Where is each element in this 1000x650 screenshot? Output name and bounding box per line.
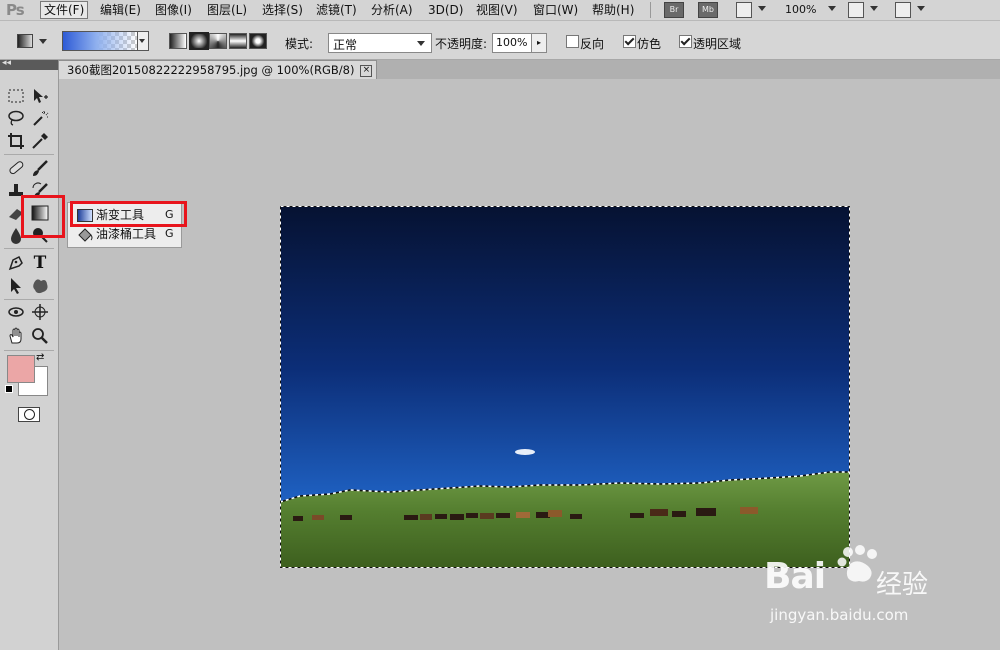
chevron-down-icon[interactable] <box>870 6 878 11</box>
reflected-gradient-button[interactable] <box>229 33 247 49</box>
hand-tool-icon[interactable] <box>6 326 26 346</box>
menu-window[interactable]: 窗口(W) <box>530 2 581 18</box>
arrange-documents-icon[interactable] <box>848 2 864 18</box>
photoshop-logo: Ps <box>6 1 25 19</box>
options-bar: 模式: 正常 不透明度: 100% ▸ 反向 仿色 透明区域 <box>0 21 1000 60</box>
menu-separator <box>650 2 651 18</box>
radial-gradient-button[interactable] <box>189 32 209 50</box>
menu-select[interactable]: 选择(S) <box>259 2 306 18</box>
toolbox-separator <box>4 248 54 249</box>
foreground-color-swatch[interactable] <box>7 355 35 383</box>
dither-label: 仿色 <box>637 37 662 51</box>
opacity-slider-button[interactable]: ▸ <box>531 33 547 53</box>
diamond-gradient-button[interactable] <box>249 33 267 49</box>
move-tool-icon[interactable] <box>30 86 50 106</box>
flyout-item-label: 油漆桶工具 <box>96 227 157 241</box>
chevron-down-icon[interactable] <box>828 6 836 11</box>
quick-mask-button[interactable] <box>18 407 40 422</box>
menu-edit[interactable]: 编辑(E) <box>97 2 144 18</box>
crop-tool-icon[interactable] <box>6 131 26 151</box>
swap-colors-icon[interactable]: ⇄ <box>36 352 44 363</box>
eyedropper-tool-icon[interactable] <box>30 131 50 151</box>
magic-wand-tool-icon[interactable] <box>30 108 50 128</box>
toolbox: T ⇄ <box>0 70 59 650</box>
chevron-down-icon[interactable] <box>758 6 766 11</box>
toolbox-header[interactable]: ◂◂ <box>0 58 58 70</box>
spot-healing-brush-icon[interactable] <box>6 158 26 178</box>
zoom-level[interactable]: 100% <box>782 2 819 18</box>
watermark-url: jingyan.baidu.com <box>770 606 909 624</box>
opacity-label: 不透明度: <box>435 37 488 51</box>
opacity-value: 100% <box>496 36 528 49</box>
collapse-icon[interactable]: ◂◂ <box>2 58 11 68</box>
document-tab-title: 360截图20150822222958795.jpg @ 100%(RGB/8) <box>67 63 355 77</box>
menu-analysis[interactable]: 分析(A) <box>368 2 416 18</box>
highlight-box-gradient-tool <box>21 195 65 238</box>
document-canvas-image[interactable] <box>280 206 850 568</box>
dither-checkbox[interactable] <box>623 35 636 48</box>
linear-gradient-button[interactable] <box>169 33 187 49</box>
flyout-item-shortcut: G <box>165 227 174 240</box>
default-colors-icon[interactable] <box>5 385 13 393</box>
quick-mask-icon <box>24 409 35 420</box>
document-tab[interactable]: 360截图20150822222958795.jpg @ 100%(RGB/8)… <box>58 60 378 79</box>
mode-label: 模式: <box>285 37 314 51</box>
path-selection-tool-icon[interactable] <box>6 276 26 296</box>
paint-bucket-icon <box>77 228 93 247</box>
3d-orbit-tool-icon[interactable] <box>30 302 50 322</box>
gradient-picker[interactable] <box>62 31 138 51</box>
guides-icon[interactable] <box>736 2 752 18</box>
flyout-item-paint-bucket-tool[interactable]: 油漆桶工具 G <box>72 225 179 243</box>
toolbox-separator <box>4 154 54 155</box>
type-tool-icon[interactable]: T <box>30 253 50 273</box>
zoom-tool-icon[interactable] <box>30 326 50 346</box>
pen-tool-icon[interactable] <box>6 253 26 273</box>
watermark-brand-cn: 经验 <box>876 570 929 600</box>
menu-layer[interactable]: 图层(L) <box>204 2 250 18</box>
close-icon[interactable]: × <box>360 64 373 77</box>
minibridge-button[interactable]: Mb <box>698 2 718 18</box>
toolbox-separator <box>4 299 54 300</box>
chevron-down-icon[interactable] <box>917 6 925 11</box>
screen-mode-icon[interactable] <box>895 2 911 18</box>
lasso-tool-icon[interactable] <box>6 108 26 128</box>
angle-gradient-button[interactable] <box>209 33 227 49</box>
tool-preset-icon[interactable] <box>17 34 33 48</box>
menu-help[interactable]: 帮助(H) <box>589 2 637 18</box>
marquee-tool-icon[interactable] <box>6 86 26 106</box>
baidu-jingyan-watermark: Bai 经验 jingyan.baidu.com <box>764 542 954 635</box>
toolbox-separator <box>4 350 54 351</box>
gradient-dropdown-button[interactable] <box>137 31 149 51</box>
watermark-brand: Bai <box>764 556 826 597</box>
chevron-down-icon <box>139 39 145 43</box>
3d-rotate-tool-icon[interactable] <box>6 302 26 322</box>
mode-select[interactable]: 正常 <box>328 33 432 53</box>
chevron-down-icon[interactable] <box>39 39 47 44</box>
menu-3d[interactable]: 3D(D) <box>425 2 466 18</box>
transparency-label: 透明区域 <box>693 37 742 51</box>
menu-file[interactable]: 文件(F) <box>40 1 89 19</box>
custom-shape-tool-icon[interactable] <box>30 276 50 296</box>
reverse-checkbox[interactable] <box>566 35 579 48</box>
transparency-checkbox[interactable] <box>679 35 692 48</box>
menu-view[interactable]: 视图(V) <box>473 2 521 18</box>
menu-filter[interactable]: 滤镜(T) <box>313 2 360 18</box>
mode-value: 正常 <box>333 38 358 52</box>
reverse-label: 反向 <box>580 37 605 51</box>
highlight-box-gradient-menu-item <box>70 201 187 227</box>
menu-bar: Ps 文件(F) 编辑(E) 图像(I) 图层(L) 选择(S) 滤镜(T) 分… <box>0 0 1000 21</box>
bridge-button[interactable]: Br <box>664 2 684 18</box>
chevron-down-icon <box>417 41 425 46</box>
brush-tool-icon[interactable] <box>30 158 50 178</box>
menu-image[interactable]: 图像(I) <box>152 2 195 18</box>
opacity-input[interactable]: 100% <box>492 33 532 53</box>
